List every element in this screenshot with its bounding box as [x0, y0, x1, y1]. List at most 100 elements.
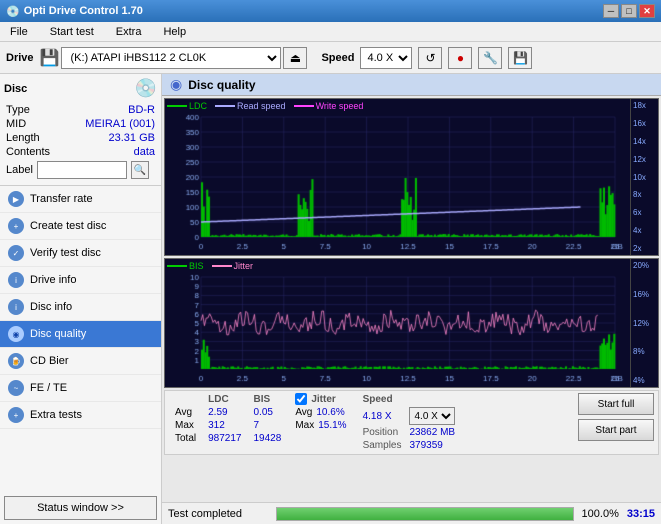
nav-disc-quality[interactable]: ◉ Disc quality — [0, 321, 161, 348]
samples-value: 379359 — [405, 439, 459, 452]
disc-quality-header-icon: ◉ — [170, 76, 182, 93]
drive-info-icon: i — [8, 272, 24, 288]
drivebar: Drive 💾 (K:) ATAPI iHBS112 2 CL0K ⏏ Spee… — [0, 42, 661, 74]
bottom-bar: Test completed 100.0% 33:15 — [162, 502, 661, 524]
disc-type-row: Type BD-R — [4, 103, 157, 117]
speed-label: Speed — [321, 52, 354, 64]
bottom-chart-container: BIS Jitter 20% 16% 12% 8% 4% — [164, 258, 659, 388]
cd-bier-icon: 🍺 — [8, 353, 24, 369]
read-speed-legend-line — [215, 105, 235, 107]
stats-table: LDC BIS Avg 2.59 0.05 Max 312 7 Total — [169, 393, 287, 445]
maximize-button[interactable]: □ — [621, 4, 637, 18]
nav-create-test-disc[interactable]: + Create test disc — [0, 213, 161, 240]
create-test-disc-icon: + — [8, 218, 24, 234]
disc-label-row: Label 🔍 — [4, 159, 157, 181]
nav-cd-bier[interactable]: 🍺 CD Bier — [0, 348, 161, 375]
write-speed-legend-line — [294, 105, 314, 107]
burn-button[interactable]: ● — [448, 47, 472, 69]
progress-bar-fill — [277, 508, 573, 520]
jitter-header: Jitter — [295, 393, 346, 405]
nav-extra-tests[interactable]: + Extra tests — [0, 402, 161, 429]
verify-test-disc-icon: ✓ — [8, 245, 24, 261]
nav-disc-quality-label: Disc quality — [30, 328, 86, 340]
total-label: Total — [169, 432, 202, 445]
avg-label: Avg — [169, 406, 202, 419]
close-button[interactable]: ✕ — [639, 4, 655, 18]
nav-fe-te[interactable]: ~ FE / TE — [0, 375, 161, 402]
label-input[interactable] — [37, 161, 127, 179]
jitter-legend-line — [212, 265, 232, 267]
save-button[interactable]: 💾 — [508, 47, 532, 69]
max-ldc: 312 — [202, 419, 247, 432]
sidebar: Disc 💿 Type BD-R MID MEIRA1 (001) Length… — [0, 74, 162, 524]
top-chart-y-axis-right: 18x 16x 14x 12x 10x 8x 6x 4x 2x — [630, 99, 658, 255]
drive-icon: 💾 — [40, 48, 60, 68]
nav-verify-test-disc-label: Verify test disc — [30, 247, 101, 259]
content-area: ◉ Disc quality LDC Read speed — [162, 74, 661, 524]
app-title: 💿 Opti Drive Control 1.70 — [6, 5, 143, 18]
disc-info-icon: i — [8, 299, 24, 315]
minimize-button[interactable]: ─ — [603, 4, 619, 18]
speed-select[interactable]: 4.0 X — [360, 47, 412, 69]
window-controls: ─ □ ✕ — [603, 4, 655, 18]
menu-help[interactable]: Help — [157, 24, 192, 40]
disc-contents-row: Contents data — [4, 145, 157, 159]
charts-area: LDC Read speed Write speed 18x 16x — [162, 96, 661, 502]
nav-disc-info[interactable]: i Disc info — [0, 294, 161, 321]
drive-select[interactable]: (K:) ATAPI iHBS112 2 CL0K — [61, 47, 281, 69]
top-chart — [165, 99, 645, 255]
bis-legend: BIS — [167, 261, 204, 271]
avg-ldc: 2.59 — [202, 406, 247, 419]
max-bis: 7 — [248, 419, 288, 432]
bottom-chart-legend: BIS Jitter — [167, 261, 253, 271]
start-part-button[interactable]: Start part — [578, 419, 654, 441]
main-content: Disc 💿 Type BD-R MID MEIRA1 (001) Length… — [0, 74, 661, 524]
menu-start-test[interactable]: Start test — [44, 24, 100, 40]
jitter-legend: Jitter — [212, 261, 254, 271]
top-chart-legend: LDC Read speed Write speed — [167, 101, 363, 111]
menubar: File Start test Extra Help — [0, 22, 661, 42]
nav-create-test-disc-label: Create test disc — [30, 220, 106, 232]
nav-extra-tests-label: Extra tests — [30, 409, 82, 421]
nav-fe-te-label: FE / TE — [30, 382, 67, 394]
nav-cd-bier-label: CD Bier — [30, 355, 69, 367]
write-speed-legend: Write speed — [294, 101, 364, 111]
refresh-button[interactable]: ↺ — [418, 47, 442, 69]
settings-button[interactable]: 🔧 — [478, 47, 502, 69]
jitter-stats: Jitter Avg 10.6% Max 15.1% — [295, 393, 346, 431]
start-full-button[interactable]: Start full — [578, 393, 654, 415]
eject-button[interactable]: ⏏ — [283, 47, 307, 69]
nav-drive-info[interactable]: i Drive info — [0, 267, 161, 294]
label-edit-button[interactable]: 🔍 — [131, 161, 149, 179]
ldc-legend: LDC — [167, 101, 207, 111]
label-text: Label — [6, 164, 33, 176]
menu-file[interactable]: File — [4, 24, 34, 40]
titlebar: 💿 Opti Drive Control 1.70 ─ □ ✕ — [0, 0, 661, 22]
disc-quality-icon: ◉ — [8, 326, 24, 342]
nav-verify-test-disc[interactable]: ✓ Verify test disc — [0, 240, 161, 267]
disc-section-title: Disc — [4, 83, 27, 95]
fe-te-icon: ~ — [8, 380, 24, 396]
status-window-button[interactable]: Status window >> — [4, 496, 157, 520]
jitter-checkbox[interactable] — [295, 393, 307, 405]
menu-extra[interactable]: Extra — [110, 24, 148, 40]
disc-length-row: Length 23.31 GB — [4, 131, 157, 145]
disc-mid-row: MID MEIRA1 (001) — [4, 117, 157, 131]
action-buttons: Start full Start part — [578, 393, 654, 441]
speed-select-2[interactable]: 4.0 X — [409, 407, 455, 425]
read-speed-legend: Read speed — [215, 101, 286, 111]
total-ldc: 987217 — [202, 432, 247, 445]
top-chart-container: LDC Read speed Write speed 18x 16x — [164, 98, 659, 256]
time-display: 33:15 — [627, 508, 655, 520]
nav-menu: ▶ Transfer rate + Create test disc ✓ Ver… — [0, 186, 161, 429]
stats-row: LDC BIS Avg 2.59 0.05 Max 312 7 Total — [164, 390, 659, 455]
disc-icon: 💿 — [135, 78, 157, 99]
total-bis: 19428 — [248, 432, 288, 445]
disc-section: Disc 💿 Type BD-R MID MEIRA1 (001) Length… — [0, 74, 161, 186]
nav-transfer-rate[interactable]: ▶ Transfer rate — [0, 186, 161, 213]
nav-transfer-rate-label: Transfer rate — [30, 193, 93, 205]
bis-legend-line — [167, 265, 187, 267]
samples-label: Samples — [359, 439, 406, 452]
max-label: Max — [169, 419, 202, 432]
progress-bar — [276, 507, 574, 521]
